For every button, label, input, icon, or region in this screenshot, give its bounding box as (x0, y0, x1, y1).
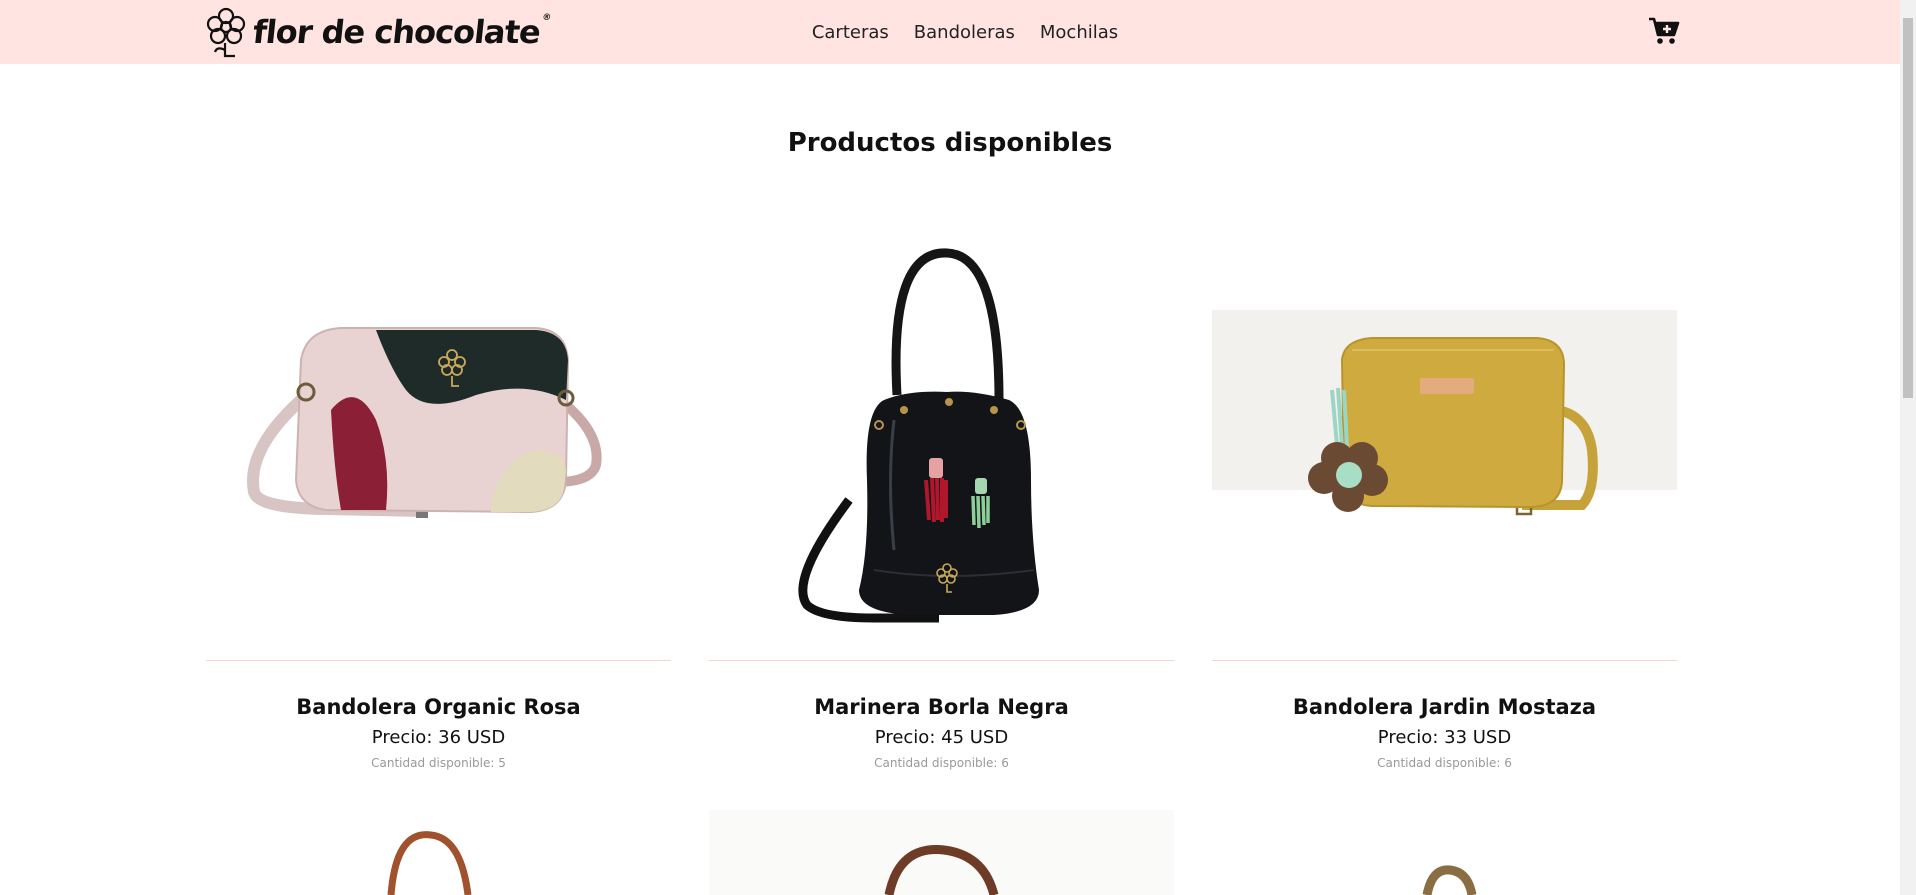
product-quantity: Cantidad disponible: 6 (1377, 756, 1512, 770)
product-name: Marinera Borla Negra (814, 695, 1069, 719)
product-price: Precio: 45 USD (874, 727, 1009, 748)
page-scrollbar[interactable] (1900, 0, 1916, 895)
page-title: Productos disponibles (787, 128, 1113, 158)
navbar: flor de chocolate® Carteras Bandoleras M… (0, 0, 1900, 64)
product-image[interactable] (206, 220, 671, 660)
product-card[interactable]: Bandolera Organic Rosa Precio: 36 USD Ca… (206, 220, 671, 770)
main-nav: Carteras Bandoleras Mochilas (0, 0, 1900, 64)
product-name: Bandolera Organic Rosa (296, 695, 581, 719)
scrollbar-thumb[interactable] (1903, 18, 1913, 398)
product-image[interactable] (709, 220, 1174, 660)
product-image[interactable] (1212, 810, 1677, 895)
cart-plus-icon[interactable] (1648, 16, 1680, 46)
product-name: Bandolera Jardin Mostaza (1292, 695, 1597, 719)
product-quantity: Cantidad disponible: 6 (874, 756, 1009, 770)
card-divider (1212, 660, 1677, 661)
product-price: Precio: 33 USD (1377, 727, 1512, 748)
nav-link-mochilas[interactable]: Mochilas (1040, 22, 1118, 43)
card-divider (709, 660, 1174, 661)
product-image[interactable] (206, 810, 671, 895)
product-quantity: Cantidad disponible: 5 (371, 756, 506, 770)
product-image[interactable] (709, 810, 1174, 895)
product-card[interactable]: Bandolera Jardin Mostaza Precio: 33 USD … (1212, 220, 1677, 770)
nav-link-carteras[interactable]: Carteras (812, 22, 889, 43)
product-image[interactable] (1212, 220, 1677, 660)
nav-link-bandoleras[interactable]: Bandoleras (914, 22, 1015, 43)
card-divider (206, 660, 671, 661)
product-price: Precio: 36 USD (371, 727, 506, 748)
product-card[interactable]: Marinera Borla Negra Precio: 45 USD Cant… (709, 220, 1174, 770)
